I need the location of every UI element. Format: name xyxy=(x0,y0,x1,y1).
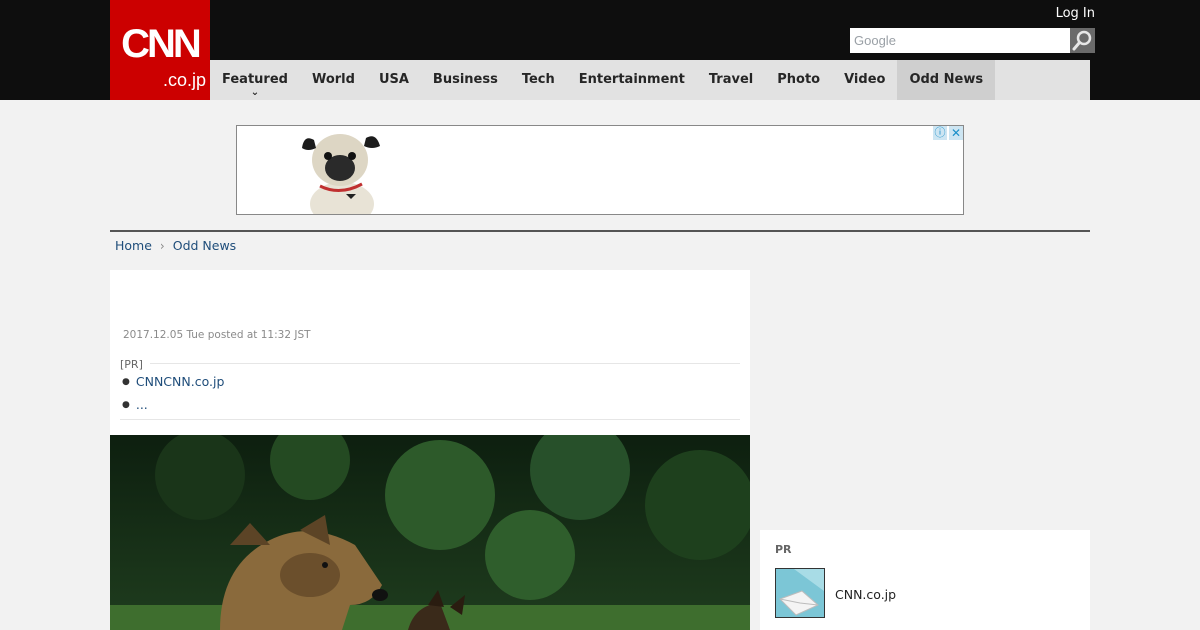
pr-thumbnail[interactable] xyxy=(775,568,825,618)
sidebar-pr-title: PR xyxy=(775,543,792,556)
nav-item-world[interactable]: World xyxy=(300,60,367,100)
dogs-photo xyxy=(110,435,750,630)
nav-item-label: Video xyxy=(844,72,886,87)
search-button[interactable] xyxy=(1070,28,1095,53)
ad-pug-image xyxy=(302,134,380,214)
nav-item-label: Entertainment xyxy=(578,72,685,87)
logo-subtext: .co.jp xyxy=(162,70,206,90)
nav-item-label: USA xyxy=(378,72,409,87)
main-nav: Featured ⌄ World USA Business Tech Enter… xyxy=(210,60,1090,100)
article-dateline: 2017.12.05 Tue posted at 11:32 JST xyxy=(123,329,311,341)
breadcrumb: Home › Odd News xyxy=(115,238,236,254)
search-input[interactable] xyxy=(850,28,1070,53)
pr-tag: [PR] xyxy=(120,358,143,371)
nav-item-label: Featured xyxy=(222,72,288,87)
breadcrumb-current[interactable]: Odd News xyxy=(173,238,236,254)
nav-item-label: Odd News xyxy=(909,72,984,87)
nav-item-tech[interactable]: Tech xyxy=(510,60,567,100)
pr-list-item: ●... xyxy=(122,397,148,413)
nav-item-travel[interactable]: Travel xyxy=(697,60,765,100)
article-card: 2017.12.05 Tue posted at 11:32 JST [PR] … xyxy=(110,270,750,630)
nav-item-business[interactable]: Business xyxy=(421,60,510,100)
section-divider xyxy=(110,230,1090,232)
magnifier-icon xyxy=(1072,30,1092,51)
nav-item-photo[interactable]: Photo xyxy=(765,60,832,100)
pr-divider-top xyxy=(150,363,740,364)
nav-item-entertainment[interactable]: Entertainment xyxy=(567,60,697,100)
pr-link[interactable]: CNNCNN.co.jp xyxy=(136,374,225,389)
pr-list-item: ● CNNCNN.co.jp xyxy=(122,374,224,390)
nav-item-label: Photo xyxy=(777,72,821,87)
nav-item-label: World xyxy=(311,72,355,87)
pr-link[interactable]: ... xyxy=(136,397,148,412)
site-logo[interactable]: CNN .co.jp xyxy=(110,0,210,100)
bullet-icon: ● xyxy=(122,400,130,410)
nav-item-label: Travel xyxy=(708,72,754,87)
nav-item-label: Tech xyxy=(521,72,555,87)
nav-item-video[interactable]: Video xyxy=(832,60,897,100)
nav-item-usa[interactable]: USA xyxy=(367,60,421,100)
bullet-icon: ● xyxy=(122,377,130,387)
nav-item-odd-news[interactable]: Odd News xyxy=(897,60,996,100)
pr-item-label[interactable]: CNN.co.jp xyxy=(835,587,896,603)
logo-text: CNN xyxy=(121,22,202,66)
nav-item-label: Business xyxy=(432,72,498,87)
pr-divider-bottom xyxy=(120,419,740,420)
article-photo xyxy=(110,435,750,630)
banner-ad[interactable]: ⓘ ✕ xyxy=(236,125,964,215)
chevron-down-icon: ⌄ xyxy=(250,87,260,98)
chevron-right-icon: › xyxy=(159,239,165,253)
sidebar-pr-box: PR CNN.co.jp xyxy=(760,530,1090,630)
breadcrumb-home[interactable]: Home xyxy=(115,238,152,254)
nav-item-featured[interactable]: Featured ⌄ xyxy=(210,60,300,100)
close-icon[interactable]: ✕ xyxy=(949,126,963,140)
login-link[interactable]: Log In xyxy=(1040,6,1095,22)
info-icon[interactable]: ⓘ xyxy=(933,126,947,140)
mail-icon xyxy=(776,569,824,617)
